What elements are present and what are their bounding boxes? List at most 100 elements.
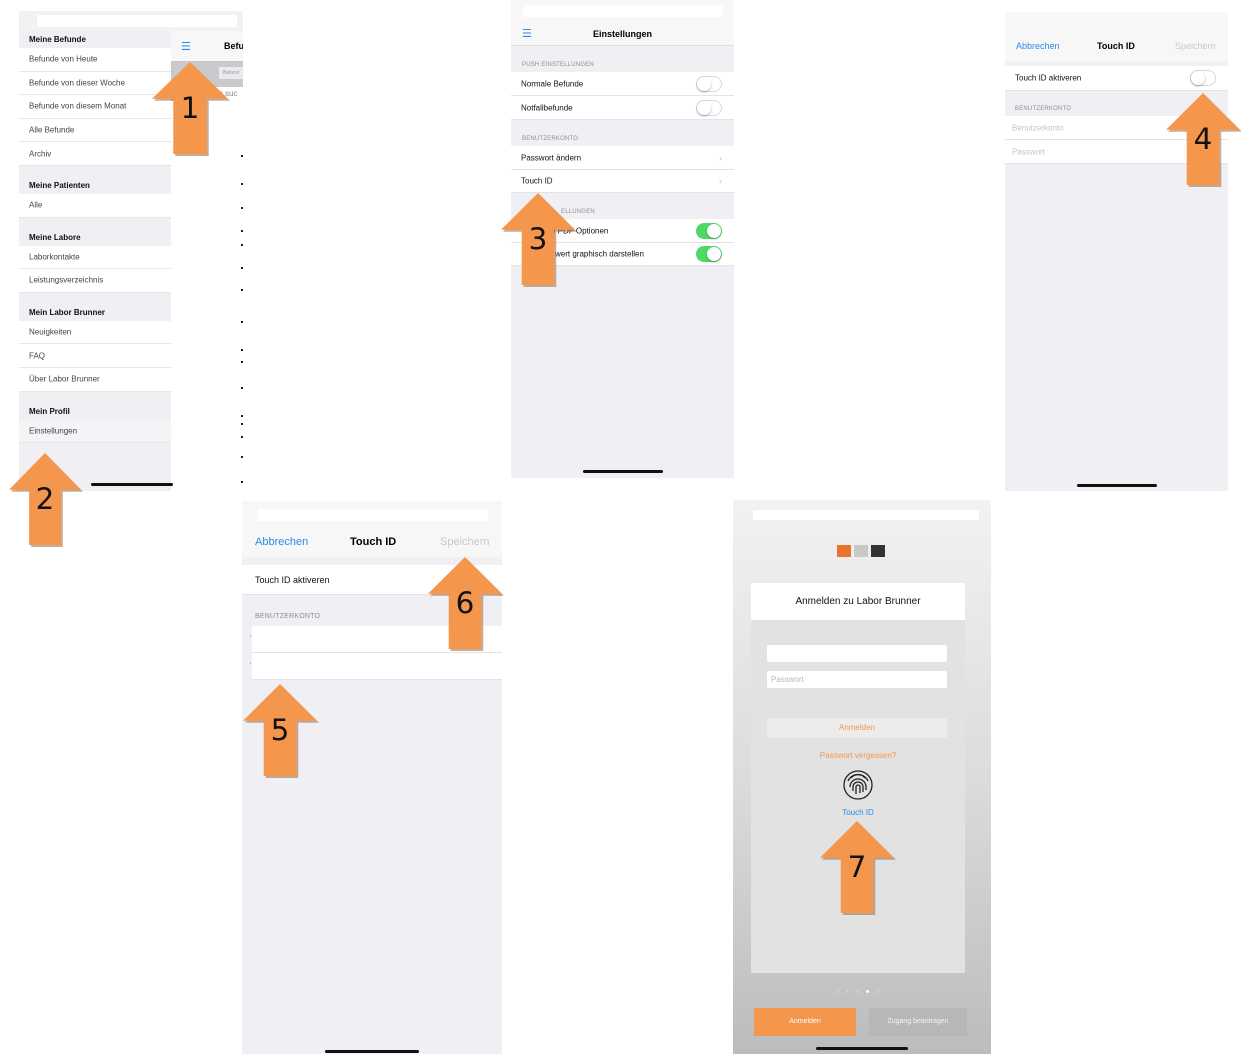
menu-item-label: Befunde von diesem Monat: [29, 101, 127, 111]
menu-item[interactable]: Neuigkeiten: [19, 320, 171, 345]
fingerprint-icon[interactable]: [842, 769, 874, 801]
toggle-touchid[interactable]: [1190, 70, 1216, 86]
menu-item[interactable]: Befunde von diesem Monat: [19, 95, 171, 119]
page-dot[interactable]: [866, 990, 869, 993]
menu-section-title: Meine Befunde: [29, 35, 86, 44]
save-button[interactable]: Speichern: [1175, 41, 1216, 51]
status-bar: [1005, 12, 1228, 32]
account-section-header: BENUTZERKONTO: [1015, 106, 1072, 112]
list-row-fragment: [241, 244, 243, 246]
forgot-password-link[interactable]: Passwort vergessen?: [751, 751, 965, 760]
step-number: 5: [270, 712, 290, 747]
menu-section-header: Meine Labore: [19, 217, 171, 246]
status-blur: [37, 15, 237, 27]
row-normale-befunde: Normale Befunde: [511, 72, 734, 96]
page-dot[interactable]: [876, 990, 879, 993]
touchid-title: Touch ID: [350, 536, 397, 548]
home-indicator: [325, 1050, 419, 1053]
menu-item-label: Befunde von dieser Woche: [29, 78, 125, 88]
settings-title: Einstellungen: [592, 29, 652, 39]
menu-item-label: Befunde von Heute: [29, 54, 98, 64]
user-placeholder: Benutzerkonto: [1012, 123, 1064, 132]
login-button[interactable]: Anmelden: [767, 718, 947, 738]
password-input[interactable]: Passwort: [767, 671, 947, 688]
home-indicator: [91, 483, 173, 486]
row-label: Touch ID: [521, 176, 553, 186]
step-number: 6: [455, 585, 475, 620]
toggle-normale-befunde[interactable]: [696, 76, 722, 92]
main-nav-title: Befu: [224, 41, 243, 51]
list-row-fragment: [241, 456, 243, 458]
cancel-button[interactable]: Abbrechen: [255, 536, 308, 548]
menu-item[interactable]: Laborkontakte: [19, 245, 171, 270]
menu-item[interactable]: FAQ: [19, 344, 171, 368]
menu-item-label: Laborkontakte: [29, 252, 80, 262]
username-input[interactable]: [767, 645, 947, 662]
toggle-graphisch[interactable]: [696, 246, 722, 262]
input-cursor: ‘: [250, 663, 252, 669]
chevron-right-icon: ›: [719, 176, 722, 186]
menu-item-label: Einstellungen: [29, 426, 78, 436]
menu-item-label: Neuigkeiten: [29, 327, 72, 337]
save-button[interactable]: Speichern: [440, 536, 490, 548]
settings-navbar: ☰ Einstellungen: [511, 22, 734, 46]
menu-item[interactable]: Einstellungen: [19, 419, 171, 444]
cancel-button[interactable]: Abbrechen: [1016, 41, 1060, 51]
list-row-fragment: [241, 155, 243, 157]
status-blur: [753, 510, 979, 520]
menu-item[interactable]: Archiv: [19, 142, 171, 166]
row-notfallbefunde: Notfallbefunde: [511, 96, 734, 120]
row-passwort-aendern[interactable]: Passwort ändern ›: [511, 146, 734, 170]
labor-logo: [837, 545, 885, 557]
hamburger-icon[interactable]: ☰: [181, 40, 191, 53]
main-navbar: ☰ Befu: [171, 31, 243, 62]
menu-item[interactable]: Befunde von dieser Woche: [19, 71, 171, 96]
row-label: Normale Befunde: [521, 79, 584, 88]
screen-touchid-settings: Abbrechen Touch ID Speichern Touch ID ak…: [1005, 12, 1228, 491]
menu-section-header: Mein Profil: [19, 391, 171, 420]
row-touch-id[interactable]: Touch ID ›: [511, 170, 734, 193]
page-indicator[interactable]: [836, 990, 888, 994]
list-row-fragment: [241, 230, 243, 232]
bottom-login-label: Anmelden: [789, 1018, 821, 1025]
menu-section-header: Meine Befunde: [19, 31, 171, 48]
request-access-button[interactable]: Zugang beantragen: [869, 1008, 967, 1036]
screen-login: Anmelden zu Labor Brunner Passwort Anmel…: [733, 500, 991, 1054]
logo-block-orange: [837, 545, 851, 557]
toggle-notfallbefunde[interactable]: [696, 100, 722, 116]
menu-section-title: Mein Labor Brunner: [29, 307, 106, 317]
menu-section-header: Meine Patienten: [19, 166, 171, 194]
step-arrow-6: 6: [428, 557, 504, 651]
menu-section-title: Meine Patienten: [29, 181, 90, 190]
step-number: 3: [528, 221, 548, 256]
touchid-navbar: Abbrechen Touch ID Speichern: [242, 527, 502, 557]
menu-item[interactable]: Alle: [19, 194, 171, 218]
step-arrow-7: 7: [820, 821, 896, 915]
page-dot[interactable]: [856, 990, 859, 993]
menu-item[interactable]: Über Labor Brunner: [19, 368, 171, 392]
status-blur: [523, 5, 723, 17]
list-row-fragment: [241, 436, 243, 438]
step-arrow-5: 5: [243, 684, 319, 778]
login-card-header: Anmelden zu Labor Brunner: [751, 583, 965, 620]
list-row-fragment: [241, 481, 243, 483]
menu-item-label: Archiv: [29, 149, 52, 159]
menu-item[interactable]: Alle Befunde: [19, 118, 171, 143]
status-blur: [258, 509, 488, 521]
menu-section-title: Mein Profil: [29, 406, 70, 416]
bottom-login-button[interactable]: Anmelden: [754, 1008, 856, 1036]
page-dot[interactable]: [846, 990, 849, 993]
touchid-link[interactable]: Touch ID: [751, 808, 965, 817]
menu-item[interactable]: Leistungsverzeichnis: [19, 269, 171, 293]
menu-section-title: Meine Labore: [29, 232, 81, 242]
menu-item[interactable]: Befunde von Heute: [19, 48, 171, 72]
menu-item-label: Alle Befunde: [29, 125, 75, 135]
step-arrow-3: 3: [501, 193, 577, 287]
step-number: 4: [1193, 121, 1213, 156]
password-placeholder: Passwort: [1012, 147, 1045, 156]
toggle-pdf-optionen[interactable]: [696, 223, 722, 239]
menu-item-label: FAQ: [29, 351, 46, 361]
page-dot[interactable]: [836, 990, 839, 993]
side-menu: Meine Befunde Befunde von Heute Befunde vo…: [19, 31, 171, 491]
password-field[interactable]: ‘: [250, 653, 502, 680]
